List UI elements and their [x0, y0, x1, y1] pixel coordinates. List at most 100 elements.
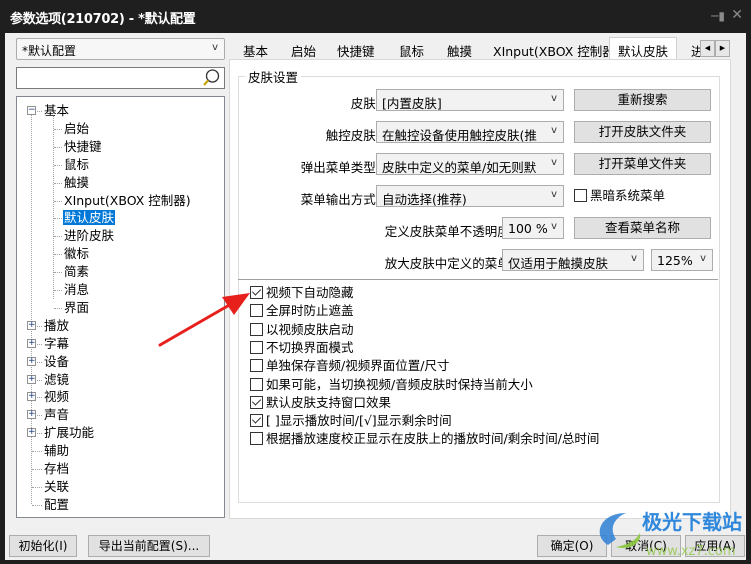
- tree-item[interactable]: 界面: [63, 299, 90, 316]
- checkbox-unchecked[interactable]: [250, 340, 263, 354]
- checkbox-unchecked[interactable]: [250, 432, 263, 446]
- cancel-button[interactable]: 取消(C): [611, 535, 681, 557]
- tree-item[interactable]: 辅助: [43, 442, 70, 459]
- close-icon[interactable]: ✕: [731, 7, 743, 23]
- rescan-button[interactable]: 重新搜索: [574, 89, 711, 111]
- tree-item[interactable]: 徽标: [63, 245, 90, 262]
- apply-button[interactable]: 应用(A): [685, 535, 745, 557]
- zoom-menu-scale-combo[interactable]: 125% v: [651, 249, 713, 271]
- chevron-down-icon: v: [551, 189, 557, 200]
- popup-menu-type-value: 皮肤中定义的菜单/如无则默: [382, 160, 537, 175]
- expand-icon[interactable]: +: [27, 338, 36, 348]
- tree-item[interactable]: 进阶皮肤: [63, 227, 115, 244]
- menu-opacity-label: 定义皮肤菜单不透明度:: [384, 224, 514, 239]
- chevron-down-icon: v: [551, 125, 557, 136]
- tab-item[interactable]: 快捷键: [337, 41, 375, 60]
- menu-output-combo[interactable]: 自动选择(推荐) v: [376, 185, 564, 207]
- tree-item-label: 界面: [64, 299, 90, 315]
- open-menu-folder-button[interactable]: 打开菜单文件夹: [574, 153, 711, 175]
- tab-item[interactable]: 默认皮肤: [609, 37, 678, 61]
- option-checkbox[interactable]: 以视频皮肤启动: [250, 321, 354, 339]
- tree-item[interactable]: 设备: [43, 353, 70, 370]
- tree-item-label: 配置: [44, 496, 70, 512]
- expand-icon[interactable]: +: [27, 392, 36, 402]
- tab-item[interactable]: 触摸: [447, 41, 472, 60]
- tree-item[interactable]: 默认皮肤: [63, 209, 116, 226]
- checkbox-checked[interactable]: [250, 414, 263, 428]
- menu-opacity-value: 100 %: [508, 221, 548, 236]
- expand-icon[interactable]: +: [27, 374, 36, 384]
- tree-item[interactable]: 字幕: [43, 335, 70, 352]
- expand-icon[interactable]: +: [27, 428, 36, 438]
- tree-item[interactable]: 启始: [63, 120, 90, 137]
- tree-item[interactable]: 声音: [43, 406, 70, 423]
- checkbox-checked[interactable]: [250, 286, 263, 299]
- dark-system-menu-label: 黑暗系统菜单: [590, 188, 666, 203]
- tree-item[interactable]: 存档: [43, 460, 70, 477]
- tree-item[interactable]: 配置: [43, 496, 70, 513]
- tree-item[interactable]: 触摸: [63, 174, 90, 191]
- tree-item[interactable]: 播放: [43, 317, 70, 334]
- dark-system-menu-checkbox[interactable]: 黑暗系统菜单: [574, 187, 665, 205]
- tree-connector: [32, 469, 42, 470]
- checkbox-unchecked[interactable]: [250, 322, 263, 336]
- tree-connector: [54, 182, 62, 184]
- option-label: 视频下自动隐藏: [266, 285, 354, 300]
- tree-item[interactable]: XInput(XBOX 控制器): [63, 192, 192, 209]
- tree-connector: [37, 343, 42, 345]
- expand-icon[interactable]: +: [27, 356, 36, 366]
- tree-item[interactable]: 扩展功能: [43, 424, 95, 441]
- checkbox-unchecked[interactable]: [250, 377, 263, 391]
- pin-icon[interactable]: ─▮: [711, 9, 725, 23]
- expand-icon[interactable]: +: [27, 410, 36, 420]
- tree-item[interactable]: 鼠标: [63, 156, 90, 173]
- collapse-icon[interactable]: −: [27, 106, 36, 115]
- expand-icon[interactable]: +: [27, 320, 36, 330]
- menu-opacity-combo[interactable]: 100 % v: [502, 217, 564, 239]
- touch-skin-combo[interactable]: 在触控设备使用触控皮肤(推 v: [376, 121, 564, 143]
- option-checkbox[interactable]: 单独保存音频/视频界面位置/尺寸: [250, 357, 449, 375]
- checkbox-unchecked[interactable]: [250, 304, 263, 318]
- tree-item[interactable]: 简素: [63, 263, 90, 280]
- tab-scroll-left-button[interactable]: ◀: [700, 40, 715, 57]
- option-checkbox[interactable]: 全屏时防止遮盖: [250, 302, 354, 320]
- checkbox-box[interactable]: [574, 189, 587, 202]
- touch-skin-combo-value: 在触控设备使用触控皮肤(推: [382, 128, 537, 143]
- open-skin-folder-button[interactable]: 打开皮肤文件夹: [574, 121, 711, 143]
- zoom-menu-scope-combo[interactable]: 仅适用于触摸皮肤 v: [502, 249, 644, 271]
- tree-item[interactable]: 基本: [43, 102, 70, 119]
- search-input[interactable]: [16, 67, 225, 89]
- profile-select[interactable]: *默认配置 v: [16, 38, 225, 60]
- ok-button[interactable]: 确定(O): [537, 535, 607, 557]
- option-label: 不切换界面模式: [266, 339, 354, 355]
- checkbox-unchecked[interactable]: [250, 359, 263, 373]
- view-menu-names-button[interactable]: 查看菜单名称: [574, 217, 711, 239]
- initialize-button[interactable]: 初始化(I): [9, 535, 77, 557]
- search-icon[interactable]: [201, 68, 221, 91]
- tree-item[interactable]: 滤镜: [43, 371, 70, 388]
- tree-item[interactable]: 视频: [43, 388, 70, 405]
- skin-combo[interactable]: [内置皮肤] v: [376, 89, 564, 111]
- export-config-button[interactable]: 导出当前配置(S)...: [88, 535, 210, 557]
- tab-item[interactable]: XInput(XBOX 控制器): [493, 41, 620, 60]
- settings-tree[interactable]: − 基本 启始 快捷键 鼠标 触摸 XInput(XBOX 控制器) 默认皮肤 进阶皮肤 徽标 简素…: [16, 96, 225, 518]
- tree-item-label: 播放: [44, 317, 70, 333]
- chevron-down-icon: v: [551, 221, 557, 232]
- checkbox-checked[interactable]: [250, 395, 263, 409]
- tree-connector: [37, 415, 42, 417]
- tree-item[interactable]: 消息: [63, 281, 90, 298]
- option-checkbox[interactable]: 不切换界面模式: [250, 339, 354, 357]
- popup-menu-type-combo[interactable]: 皮肤中定义的菜单/如无则默 v: [376, 153, 564, 175]
- option-checkbox[interactable]: 如果可能，当切换视频/音频皮肤时保持当前大小: [250, 376, 533, 394]
- tab-item[interactable]: 启始: [291, 41, 316, 60]
- tree-item[interactable]: 快捷键: [63, 138, 103, 155]
- tree-item[interactable]: 关联: [43, 478, 70, 495]
- option-checkbox[interactable]: 视频下自动隐藏: [250, 284, 354, 302]
- tab-scroll-right-button[interactable]: ▶: [715, 40, 730, 57]
- tab-item[interactable]: 鼠标: [399, 41, 424, 60]
- option-checkbox[interactable]: 默认皮肤支持窗口效果: [250, 394, 391, 412]
- option-checkbox[interactable]: [ ]显示播放时间/[√]显示剩余时间: [250, 412, 452, 430]
- option-label: 默认皮肤支持窗口效果: [266, 394, 392, 410]
- tab-item[interactable]: 基本: [243, 41, 268, 60]
- option-checkbox[interactable]: 根据播放速度校正显示在皮肤上的播放时间/剩余时间/总时间: [250, 430, 599, 448]
